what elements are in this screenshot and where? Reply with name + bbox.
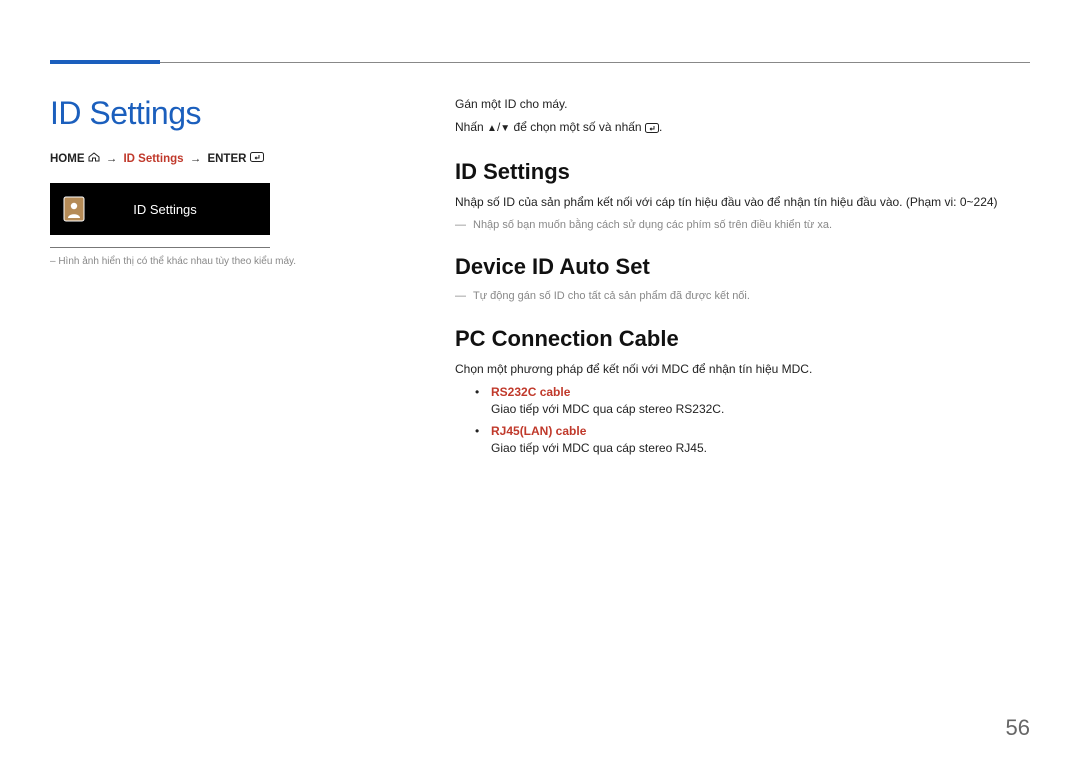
up-icon: ▲ [487, 123, 497, 134]
section3-body: Chọn một phương pháp để kết nối với MDC … [455, 360, 1030, 379]
bullet-desc: Giao tiếp với MDC qua cáp stereo RJ45. [475, 441, 1030, 455]
section-heading-pc-connection-cable: PC Connection Cable [455, 326, 1030, 352]
arrow-icon: → [106, 153, 118, 165]
bullet-desc: Giao tiếp với MDC qua cáp stereo RS232C. [475, 402, 1030, 416]
bullet-item: RJ45(LAN) cable Giao tiếp với MDC qua cá… [475, 422, 1030, 455]
bullet-title: RJ45(LAN) cable [491, 424, 586, 438]
top-rule [50, 62, 1030, 63]
breadcrumb-enter: ENTER [207, 153, 246, 165]
intro2-part-b: để chọn một số và nhấn [510, 120, 645, 134]
enter-icon-inline [645, 120, 659, 134]
section1-body: Nhập số ID của sản phẩm kết nối với cáp … [455, 193, 1030, 212]
menu-preview-label: ID Settings [96, 202, 234, 217]
right-column: Gán một ID cho máy. Nhấn ▲/▼ để chọn một… [455, 95, 1030, 461]
section1-note: Nhập số bạn muốn bằng cách sử dụng các p… [455, 217, 1030, 235]
section-heading-id-settings: ID Settings [455, 159, 1030, 185]
left-divider [50, 247, 270, 248]
section2-note: Tự động gán số ID cho tất cả sản phẩm đã… [455, 288, 1030, 306]
bullet-item: RS232C cable Giao tiếp với MDC qua cáp s… [475, 383, 1030, 416]
left-footnote: – Hình ảnh hiển thị có thể khác nhau tùy… [50, 256, 400, 267]
top-accent-bar [50, 60, 160, 64]
left-column: ID Settings HOME → ID Settings → ENTER [50, 95, 400, 267]
home-icon [88, 153, 103, 165]
intro-line-2: Nhấn ▲/▼ để chọn một số và nhấn . [455, 118, 1030, 137]
page-number: 56 [1006, 715, 1030, 741]
section-heading-device-id-auto-set: Device ID Auto Set [455, 254, 1030, 280]
enter-icon [250, 153, 264, 165]
down-icon: ▼ [500, 123, 510, 134]
intro2-part-c: . [659, 120, 662, 134]
breadcrumb-home: HOME [50, 153, 85, 165]
intro-line-1: Gán một ID cho máy. [455, 95, 1030, 114]
breadcrumb-current: ID Settings [123, 153, 183, 165]
id-settings-icon [62, 195, 86, 223]
intro2-part-a: Nhấn [455, 120, 487, 134]
bullet-title: RS232C cable [491, 385, 570, 399]
page-title: ID Settings [50, 95, 400, 132]
breadcrumb: HOME → ID Settings → ENTER [50, 152, 400, 165]
menu-preview-box: ID Settings [50, 183, 270, 235]
arrow-icon: → [190, 153, 202, 165]
document-page: ID Settings HOME → ID Settings → ENTER [0, 0, 1080, 763]
